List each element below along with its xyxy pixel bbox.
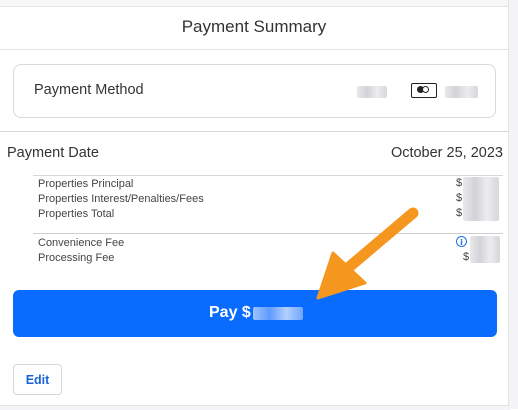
line-item-label: Properties Interest/Penalties/Fees (38, 193, 204, 205)
edit-button[interactable]: Edit (13, 364, 62, 395)
info-icon[interactable]: i (456, 236, 467, 247)
line-item-label: Processing Fee (38, 252, 115, 264)
payment-date-value: October 25, 2023 (390, 145, 503, 161)
page-title: Payment Summary (181, 17, 327, 36)
payment-method-label: Payment Method (34, 82, 144, 98)
line-item-label: Properties Total (38, 208, 115, 220)
divider (0, 131, 508, 132)
redacted-amount (470, 236, 500, 263)
edit-button-label: Edit (25, 373, 50, 387)
amount-prefix: $ (463, 251, 470, 263)
payment-method-card[interactable]: Payment Method (13, 64, 496, 118)
pay-button[interactable]: Pay $ (13, 290, 497, 337)
credit-card-icon (411, 83, 437, 98)
amount-prefix: $ (456, 207, 463, 219)
line-item-label: Convenience Fee (38, 237, 125, 249)
redacted-card-name (357, 86, 387, 98)
bottom-edge (0, 405, 510, 410)
redacted-amount (463, 177, 499, 221)
title-divider (0, 49, 508, 50)
redacted-card-number (445, 86, 478, 98)
amount-prefix: $ (456, 192, 463, 204)
top-strip (0, 0, 508, 7)
payment-date-label: Payment Date (7, 145, 99, 161)
line-item-label: Properties Principal (38, 178, 134, 190)
scrollbar-track[interactable] (508, 0, 518, 409)
divider (33, 233, 503, 234)
divider (33, 175, 503, 176)
pay-button-label: Pay $ (209, 304, 251, 321)
amount-prefix: $ (456, 177, 463, 189)
redacted-pay-amount (253, 307, 303, 320)
